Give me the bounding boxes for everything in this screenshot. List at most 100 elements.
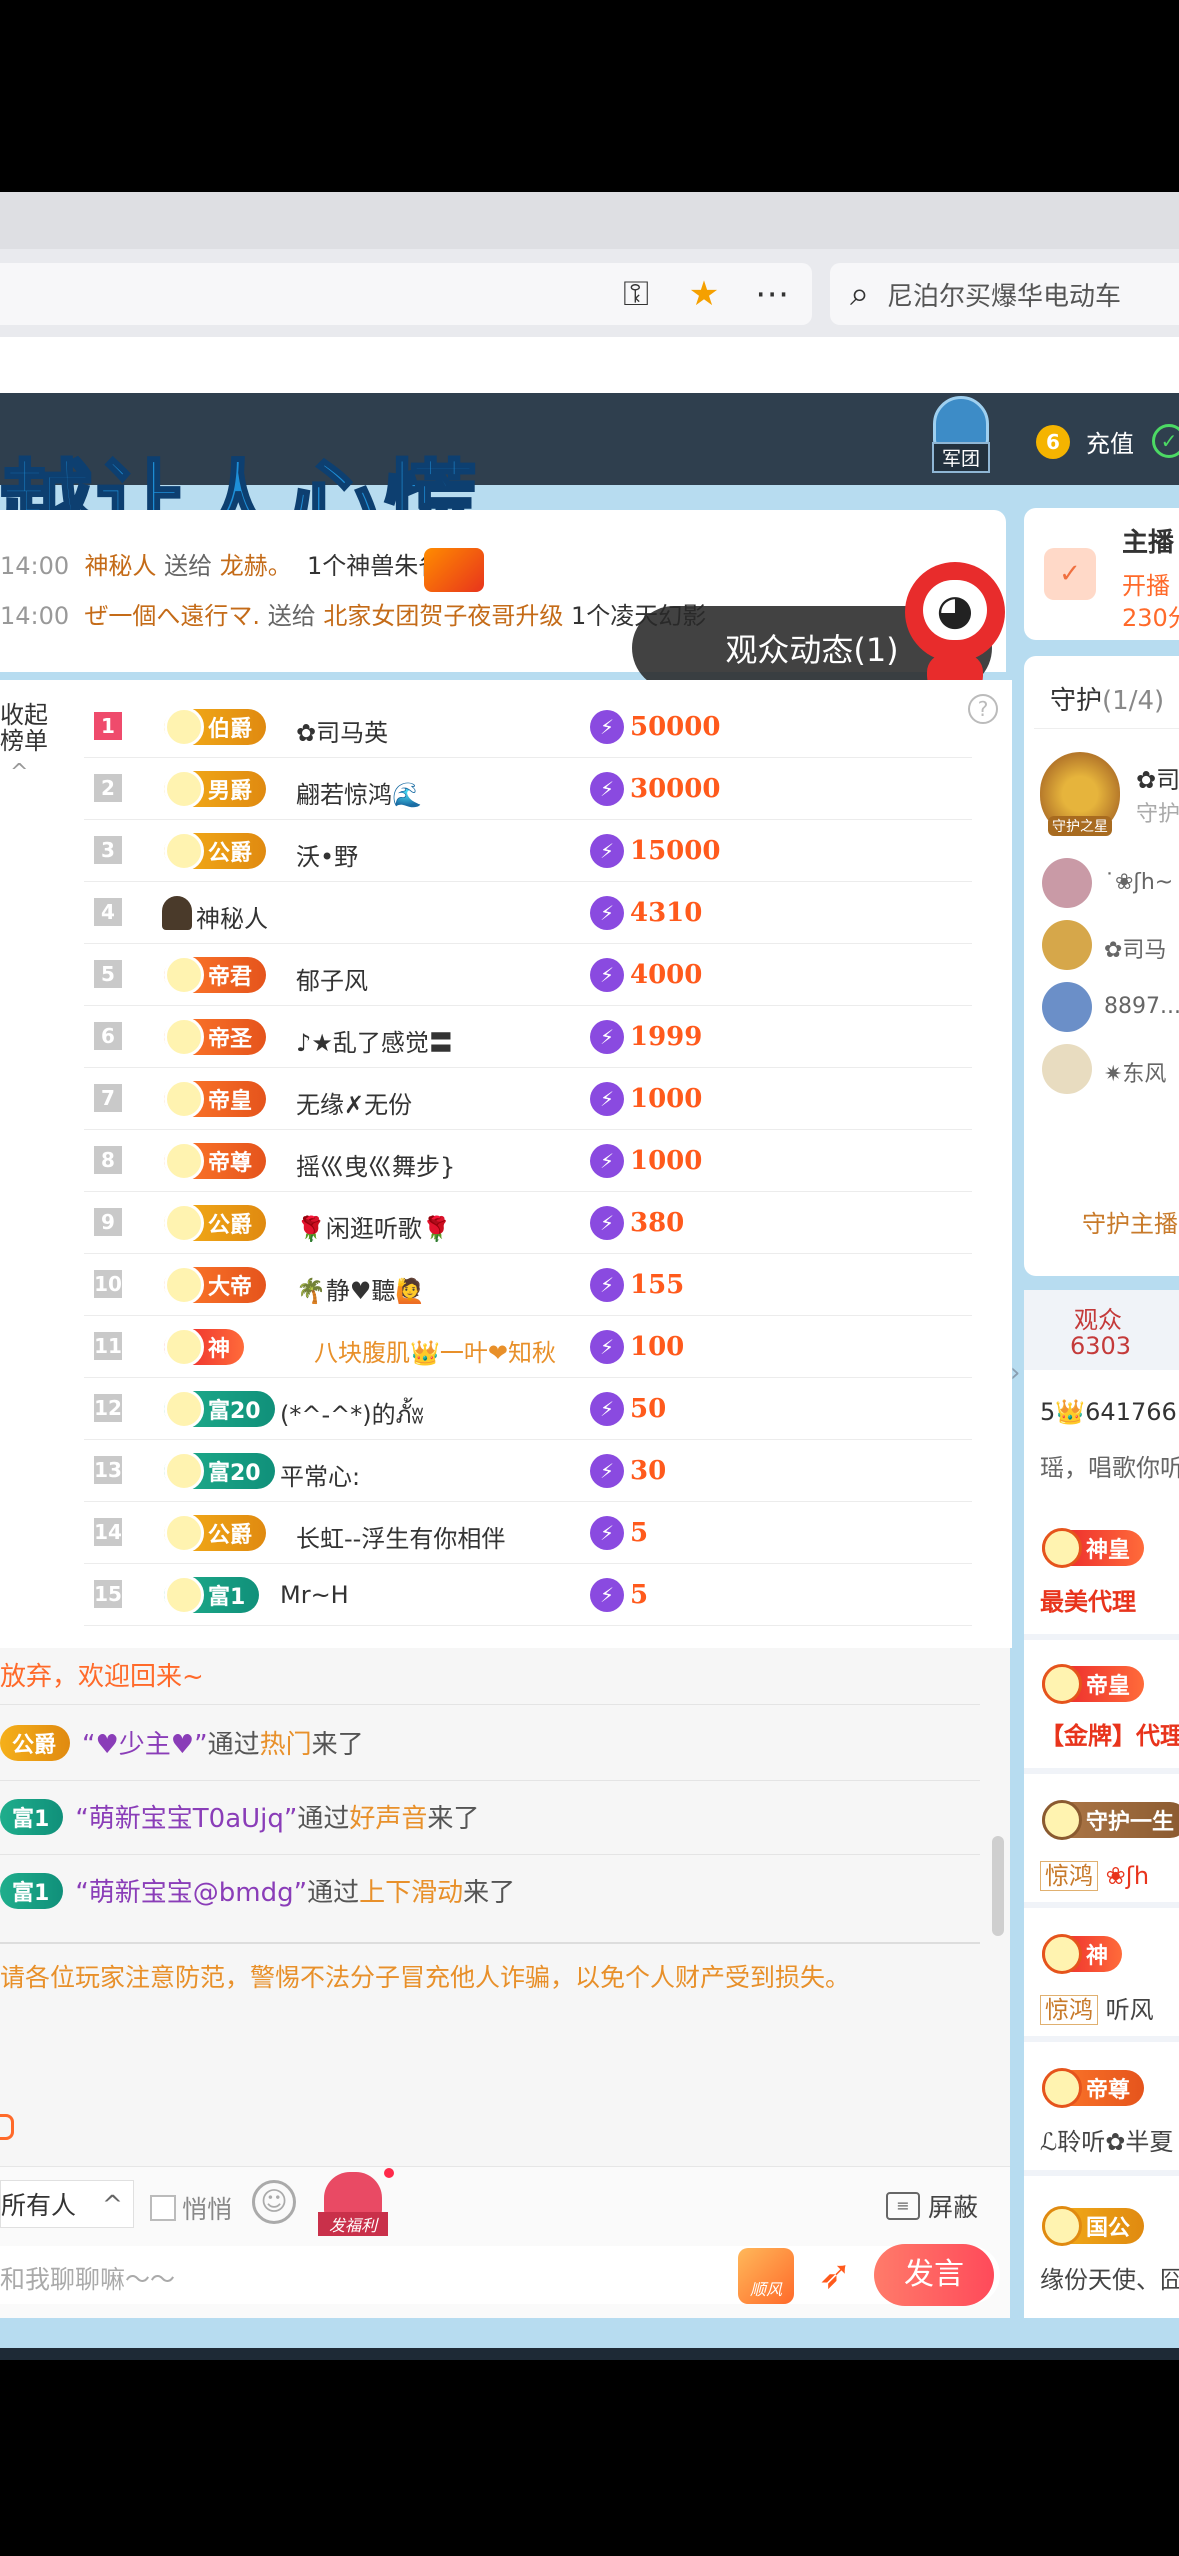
audience-card[interactable] [1024, 1644, 1179, 1774]
lightning-icon: ⚡ [590, 1330, 624, 1364]
check-icon[interactable]: ✓ [1152, 424, 1179, 458]
chat-scrollbar[interactable] [992, 1836, 1004, 1936]
rank-row[interactable]: 10 大帝 🌴静♥聽🙋 ⚡ 155 [84, 1254, 972, 1316]
badge-label: 伯爵 [208, 717, 253, 742]
recharge-link[interactable]: 充值 [1086, 424, 1134, 459]
rank-score: ⚡ 4000 [590, 958, 702, 992]
recipient-select[interactable]: 所有人 ^ [0, 2180, 134, 2228]
chat-user[interactable]: “萌新宝宝T0aUjq” [75, 1798, 297, 1835]
rank-user-name[interactable]: (*^-^*)的ภั้ʬ [280, 1395, 424, 1434]
mascot-icon[interactable]: ◕ [905, 562, 1005, 694]
rank-user-name[interactable]: 🌴静♥聽🙋 [296, 1271, 425, 1306]
block-icon: ≡ [886, 2192, 920, 2220]
guard-star-name[interactable]: ✿司 [1136, 760, 1179, 795]
rank-score: ⚡ 1999 [590, 1020, 702, 1054]
stage-bottom [0, 2318, 1179, 2348]
rank-user-name[interactable]: 神秘人 [196, 899, 268, 934]
gift-target[interactable]: 北家女团贺子夜哥升级 [323, 602, 563, 630]
rank-score: ⚡ 15000 [590, 834, 720, 868]
help-icon[interactable]: ? [968, 694, 998, 724]
send-button[interactable]: 发言 [874, 2244, 994, 2306]
rank-number: 10 [94, 1270, 122, 1298]
score-value: 5 [630, 1580, 649, 1610]
guard-name[interactable]: ✿司马 [1104, 932, 1166, 964]
rank-row[interactable]: 2 男爵 翩若惊鸿🌊 ⚡ 30000 [84, 758, 972, 820]
rank-row[interactable]: 11 神 八块腹肌👑一叶❤知秋 ⚡ 100 [84, 1316, 972, 1378]
rank-user-name[interactable]: 摇巛曳巛舞步} [296, 1147, 455, 1182]
rank-row[interactable]: 4 神秘人 ⚡ 4310 [84, 882, 972, 944]
chat-user[interactable]: “♥少主♥” [82, 1724, 208, 1761]
rank-number: 14 [94, 1518, 122, 1546]
rank-user-name[interactable]: ✿司马英 [296, 713, 388, 748]
rank-user-name[interactable]: 八块腹肌👑一叶❤知秋 [314, 1333, 556, 1368]
audience-card[interactable] [1024, 1508, 1179, 1640]
audience-card[interactable] [1024, 2180, 1179, 2318]
avatar[interactable] [1042, 982, 1092, 1032]
rank-user-name[interactable]: ♪★乱了感觉〓 [296, 1023, 453, 1058]
rank-user-name[interactable]: 翩若惊鸿🌊 [296, 775, 422, 810]
shield-button[interactable]: ≡ 屏蔽 [886, 2188, 978, 2224]
star-icon[interactable]: ★ [680, 270, 728, 318]
gift-sender[interactable]: 神秘人 [84, 552, 156, 580]
rank-badge: 守护一生 [1042, 1800, 1179, 1840]
rank-row[interactable]: 5 帝君 郁子风 ⚡ 4000 [84, 944, 972, 1006]
rank-row[interactable]: 9 公爵 🌹闲逛听歌🌹 ⚡ 380 [84, 1192, 972, 1254]
rank-number: 6 [94, 1022, 122, 1050]
rank-user-name[interactable]: 平常心: [280, 1457, 360, 1492]
gift-label: 发福利 [318, 2212, 388, 2236]
avatar[interactable] [1042, 858, 1092, 908]
collapse-rank-button[interactable]: 收起 榜单 [0, 702, 48, 754]
chevron-up-icon[interactable]: ^ [10, 760, 28, 785]
rank-row[interactable]: 1 伯爵 ✿司马英 ⚡ 50000 [84, 696, 972, 758]
divider [0, 1854, 980, 1855]
rank-row[interactable]: 7 帝皇 无缘✗无份 ⚡ 1000 [84, 1068, 972, 1130]
address-bar[interactable]: ⚿ ★ ⋯ [0, 263, 812, 325]
army-button[interactable]: 军团 [918, 396, 1004, 480]
badge-medal-icon [164, 707, 204, 747]
rank-badge: 男爵 [164, 769, 267, 809]
rank-row[interactable]: 14 公爵 长虹--浮生有你相伴 ⚡ 5 [84, 1502, 972, 1564]
search-box[interactable]: ⌕ 尼泊尔买爆华电动车 [830, 263, 1179, 325]
guard-name[interactable]: ˙❀ʃh~ [1104, 870, 1173, 895]
rank-number: 12 [94, 1394, 122, 1422]
emoji-icon[interactable]: ☺ [252, 2180, 296, 2224]
guard-name[interactable]: 8897... [1104, 994, 1179, 1019]
rank-score: ⚡ 5 [590, 1516, 648, 1550]
gift-target[interactable]: 龙赫。 [220, 552, 292, 580]
rank-user-name[interactable]: 郁子风 [296, 961, 368, 996]
rank-user-name[interactable]: 长虹--浮生有你相伴 [296, 1519, 505, 1554]
avatar[interactable] [1042, 1044, 1092, 1094]
more-icon[interactable]: ⋯ [748, 270, 796, 318]
welfare-gift-button[interactable]: 发福利 [318, 2168, 394, 2238]
chevron-right-icon[interactable]: › [1010, 1358, 1020, 1388]
rank-row[interactable]: 3 公爵 沃•野 ⚡ 15000 [84, 820, 972, 882]
score-value: 1999 [630, 1022, 703, 1052]
key-icon[interactable]: ⚿ [612, 270, 660, 318]
rank-row[interactable]: 6 帝圣 ♪★乱了感觉〓 ⚡ 1999 [84, 1006, 972, 1068]
rank-number: 15 [94, 1580, 122, 1608]
rank-user-name[interactable]: Mr~H [280, 1581, 349, 1609]
badge-label: 神 [208, 1337, 231, 1362]
rank-user-name[interactable]: 🌹闲逛听歌🌹 [296, 1209, 452, 1244]
audience-line: 瑶，唱歌你听 [1040, 1454, 1179, 1482]
rank-row[interactable]: 13 富20 平常心: ⚡ 30 [84, 1440, 972, 1502]
rocket-icon[interactable]: ➶ [808, 2252, 862, 2302]
rank-number: 3 [94, 836, 122, 864]
wind-rocket-button[interactable]: 顺风 [738, 2248, 794, 2304]
gift-sender[interactable]: ぜ一個へ遠行マ. [84, 602, 260, 630]
badge-label: 帝君 [208, 965, 253, 990]
chat-user[interactable]: “萌新宝宝@bmdg” [75, 1872, 307, 1909]
checkbox-box[interactable] [150, 2195, 176, 2221]
whisper-checkbox[interactable]: 悄悄 [150, 2190, 232, 2226]
rank-row[interactable]: 12 富20 (*^-^*)的ภั้ʬ ⚡ 50 [84, 1378, 972, 1440]
badge-label: 帝圣 [208, 1027, 253, 1052]
avatar[interactable] [1042, 920, 1092, 970]
rank-user-name[interactable]: 无缘✗无份 [296, 1085, 412, 1120]
guard-name[interactable]: ✷东风 [1104, 1056, 1166, 1088]
status-area [0, 0, 1179, 192]
guard-anchor-button[interactable]: 守护主播 [1082, 1204, 1178, 1239]
rank-user-name[interactable]: 沃•野 [296, 837, 358, 872]
audience-count: 6303 [1070, 1332, 1132, 1360]
rank-row[interactable]: 8 帝尊 摇巛曳巛舞步} ⚡ 1000 [84, 1130, 972, 1192]
rank-row[interactable]: 15 富1 Mr~H ⚡ 5 [84, 1564, 972, 1626]
